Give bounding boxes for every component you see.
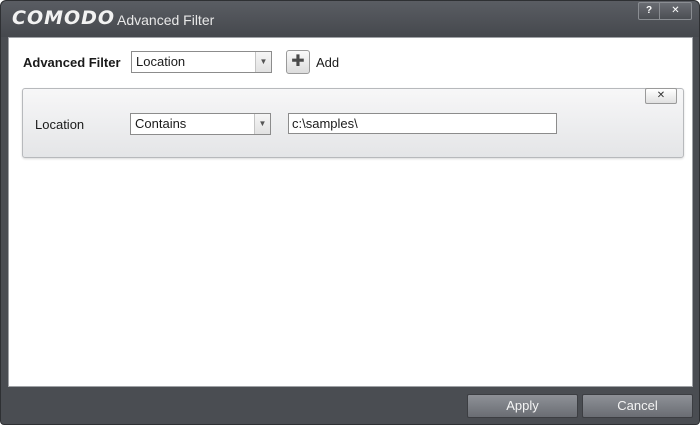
filter-type-dropdown[interactable]: Location ▼ <box>131 51 272 73</box>
location-value-input[interactable] <box>288 113 557 134</box>
chevron-down-icon[interactable]: ▼ <box>255 52 271 72</box>
filter-content-area: Advanced Filter Location ▼ ✚ Add ✕ Locat… <box>8 37 693 387</box>
remove-rule-button[interactable]: ✕ <box>645 88 677 104</box>
add-filter-button[interactable]: ✚ <box>286 50 310 74</box>
title-bar[interactable]: COMODO Advanced Filter ? ✕ <box>1 1 699 37</box>
chevron-down-icon[interactable]: ▼ <box>254 114 270 134</box>
condition-value: Contains <box>135 116 187 131</box>
apply-button[interactable]: Apply <box>467 394 578 418</box>
add-label[interactable]: Add <box>316 55 339 70</box>
filter-type-value: Location <box>136 54 186 69</box>
close-window-button[interactable]: ✕ <box>660 2 692 20</box>
filter-rule-panel: ✕ Location Contains ▼ <box>22 88 684 158</box>
advanced-filter-label: Advanced Filter <box>23 55 121 70</box>
comodo-logo: COMODO <box>12 7 116 29</box>
plus-icon: ✚ <box>291 53 305 70</box>
rule-field-label: Location <box>35 117 85 132</box>
help-button[interactable]: ? <box>638 2 660 20</box>
window-title: Advanced Filter <box>117 12 215 28</box>
advanced-filter-window: COMODO Advanced Filter ? ✕ Advanced Filt… <box>0 0 700 425</box>
cancel-button[interactable]: Cancel <box>582 394 693 418</box>
condition-dropdown[interactable]: Contains ▼ <box>130 113 271 135</box>
